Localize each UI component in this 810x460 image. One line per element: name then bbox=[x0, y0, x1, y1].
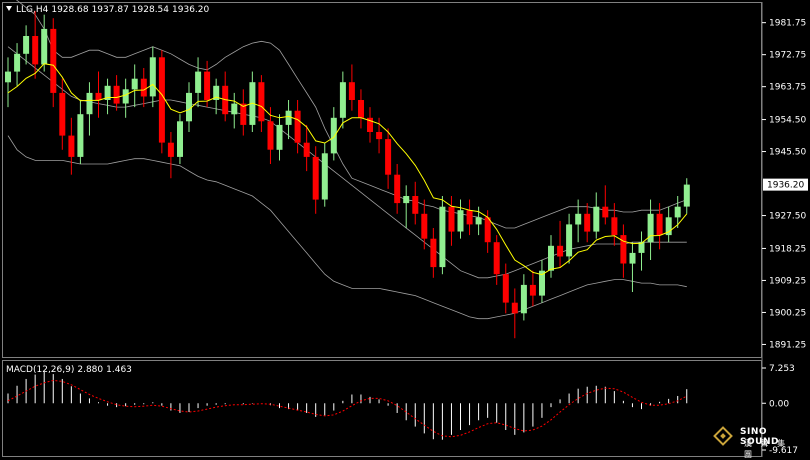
price-tick-label: 1891.25 bbox=[769, 340, 806, 350]
candle-body bbox=[475, 217, 482, 225]
price-chart[interactable]: 1981.75 1972.75 1963.75 1954.50 1945.50 1927.… bbox=[0, 0, 810, 459]
candle-body bbox=[177, 121, 183, 157]
price-tick-label: 1972.75 bbox=[769, 51, 806, 61]
candle-body bbox=[158, 57, 165, 143]
candle-body bbox=[131, 78, 138, 90]
price-tick-label: 1954.50 bbox=[769, 116, 806, 126]
candle-body bbox=[113, 85, 120, 104]
candle-body bbox=[59, 92, 66, 136]
current-price-label: 1936.20 bbox=[767, 181, 804, 191]
candle-body bbox=[602, 206, 609, 218]
candle-body bbox=[204, 71, 211, 100]
candle-body bbox=[674, 206, 681, 218]
candle-body bbox=[231, 103, 238, 115]
macd-label: MACD(12,26,9) bbox=[6, 365, 75, 375]
logo-chinese-name: 漢 聲 集 團 bbox=[744, 439, 789, 459]
candle-body bbox=[575, 213, 582, 225]
candle-body bbox=[285, 110, 292, 125]
candle-body bbox=[493, 242, 500, 275]
candle-body bbox=[195, 71, 202, 93]
candle-body bbox=[77, 114, 84, 157]
candle-body bbox=[376, 132, 383, 140]
macd-tick-label: 0.00 bbox=[769, 399, 789, 409]
candle-body bbox=[629, 252, 636, 264]
macd-value: 2.880 bbox=[77, 365, 104, 375]
price-tick-label: 1963.75 bbox=[769, 83, 806, 93]
macd-signal-line bbox=[7, 379, 688, 438]
candle-body bbox=[385, 139, 392, 175]
candle-body bbox=[358, 100, 364, 118]
candle-body bbox=[50, 28, 57, 93]
candle-body bbox=[566, 224, 573, 257]
candle-body bbox=[68, 135, 75, 157]
price-tick-label: 1945.50 bbox=[769, 148, 806, 158]
candle-body bbox=[448, 206, 455, 232]
candle-body bbox=[167, 142, 174, 157]
candle-body bbox=[95, 92, 102, 100]
bollinger-bands bbox=[7, 0, 687, 320]
candle-body bbox=[5, 71, 11, 83]
candles bbox=[5, 11, 690, 339]
price-axis: 1981.75 1972.75 1963.75 1954.50 1945.50 1927.… bbox=[762, 19, 808, 350]
price-tick-label: 1981.75 bbox=[769, 19, 806, 29]
candle-body bbox=[430, 238, 437, 268]
candle-body bbox=[294, 110, 301, 143]
candle-body bbox=[403, 196, 410, 204]
candle-body bbox=[511, 302, 518, 314]
candle-body bbox=[439, 206, 446, 268]
candle-body bbox=[276, 124, 283, 150]
candle-body bbox=[421, 213, 428, 239]
main-panel-border bbox=[2, 2, 762, 358]
trading-chart-window[interactable]: LLG,H4 1928.68 1937.87 1928.54 1936.20 1981.… bbox=[0, 0, 810, 459]
bb-upper-line bbox=[15, 0, 687, 229]
candle-body bbox=[32, 36, 39, 65]
logo-diamond-icon bbox=[713, 426, 733, 446]
candle-body bbox=[14, 53, 21, 72]
candle-body bbox=[412, 196, 419, 214]
price-tick-label: 1900.25 bbox=[769, 308, 806, 318]
candle-body bbox=[394, 174, 401, 204]
candle-body bbox=[86, 92, 93, 115]
candle-body bbox=[258, 82, 265, 122]
candle-body bbox=[466, 210, 473, 225]
candle-body bbox=[529, 284, 536, 296]
price-tick-label: 1927.50 bbox=[769, 212, 806, 222]
price-tick-label: 1909.25 bbox=[769, 276, 806, 286]
candle-body bbox=[584, 213, 591, 232]
candle-body bbox=[548, 245, 554, 271]
candle-body bbox=[348, 82, 355, 100]
bb-middle-line bbox=[7, 46, 687, 279]
candle-body bbox=[593, 206, 600, 232]
candle-body bbox=[520, 284, 527, 314]
candle-body bbox=[611, 217, 618, 236]
candle-body bbox=[41, 28, 48, 65]
sino-sound-logo: SINO SOUND 漢 聲 集 團 bbox=[713, 426, 802, 459]
candle-body bbox=[330, 117, 337, 154]
candle-body bbox=[23, 36, 30, 54]
candle-body bbox=[122, 89, 129, 104]
candle-body bbox=[321, 153, 328, 200]
candle-body bbox=[457, 210, 464, 232]
candle-body bbox=[149, 57, 156, 97]
candle-body bbox=[312, 156, 319, 200]
candle-body bbox=[656, 213, 663, 236]
candle-body bbox=[502, 274, 509, 303]
candle-body bbox=[484, 217, 491, 243]
macd-tick-label: 7.253 bbox=[769, 364, 795, 374]
candle-body bbox=[339, 82, 346, 118]
candle-body bbox=[140, 78, 147, 97]
macd-header: MACD(12,26,9) 2.880 1.463 bbox=[6, 365, 135, 375]
price-tick-label: 1918.25 bbox=[769, 244, 806, 254]
candle-body bbox=[267, 121, 274, 150]
candle-body bbox=[303, 142, 310, 157]
macd-indicator: 7.2530.00-9.617 bbox=[7, 364, 798, 456]
candle-body bbox=[557, 245, 564, 257]
macd-signal-value: 1.463 bbox=[106, 365, 132, 375]
candle-body bbox=[683, 184, 690, 207]
